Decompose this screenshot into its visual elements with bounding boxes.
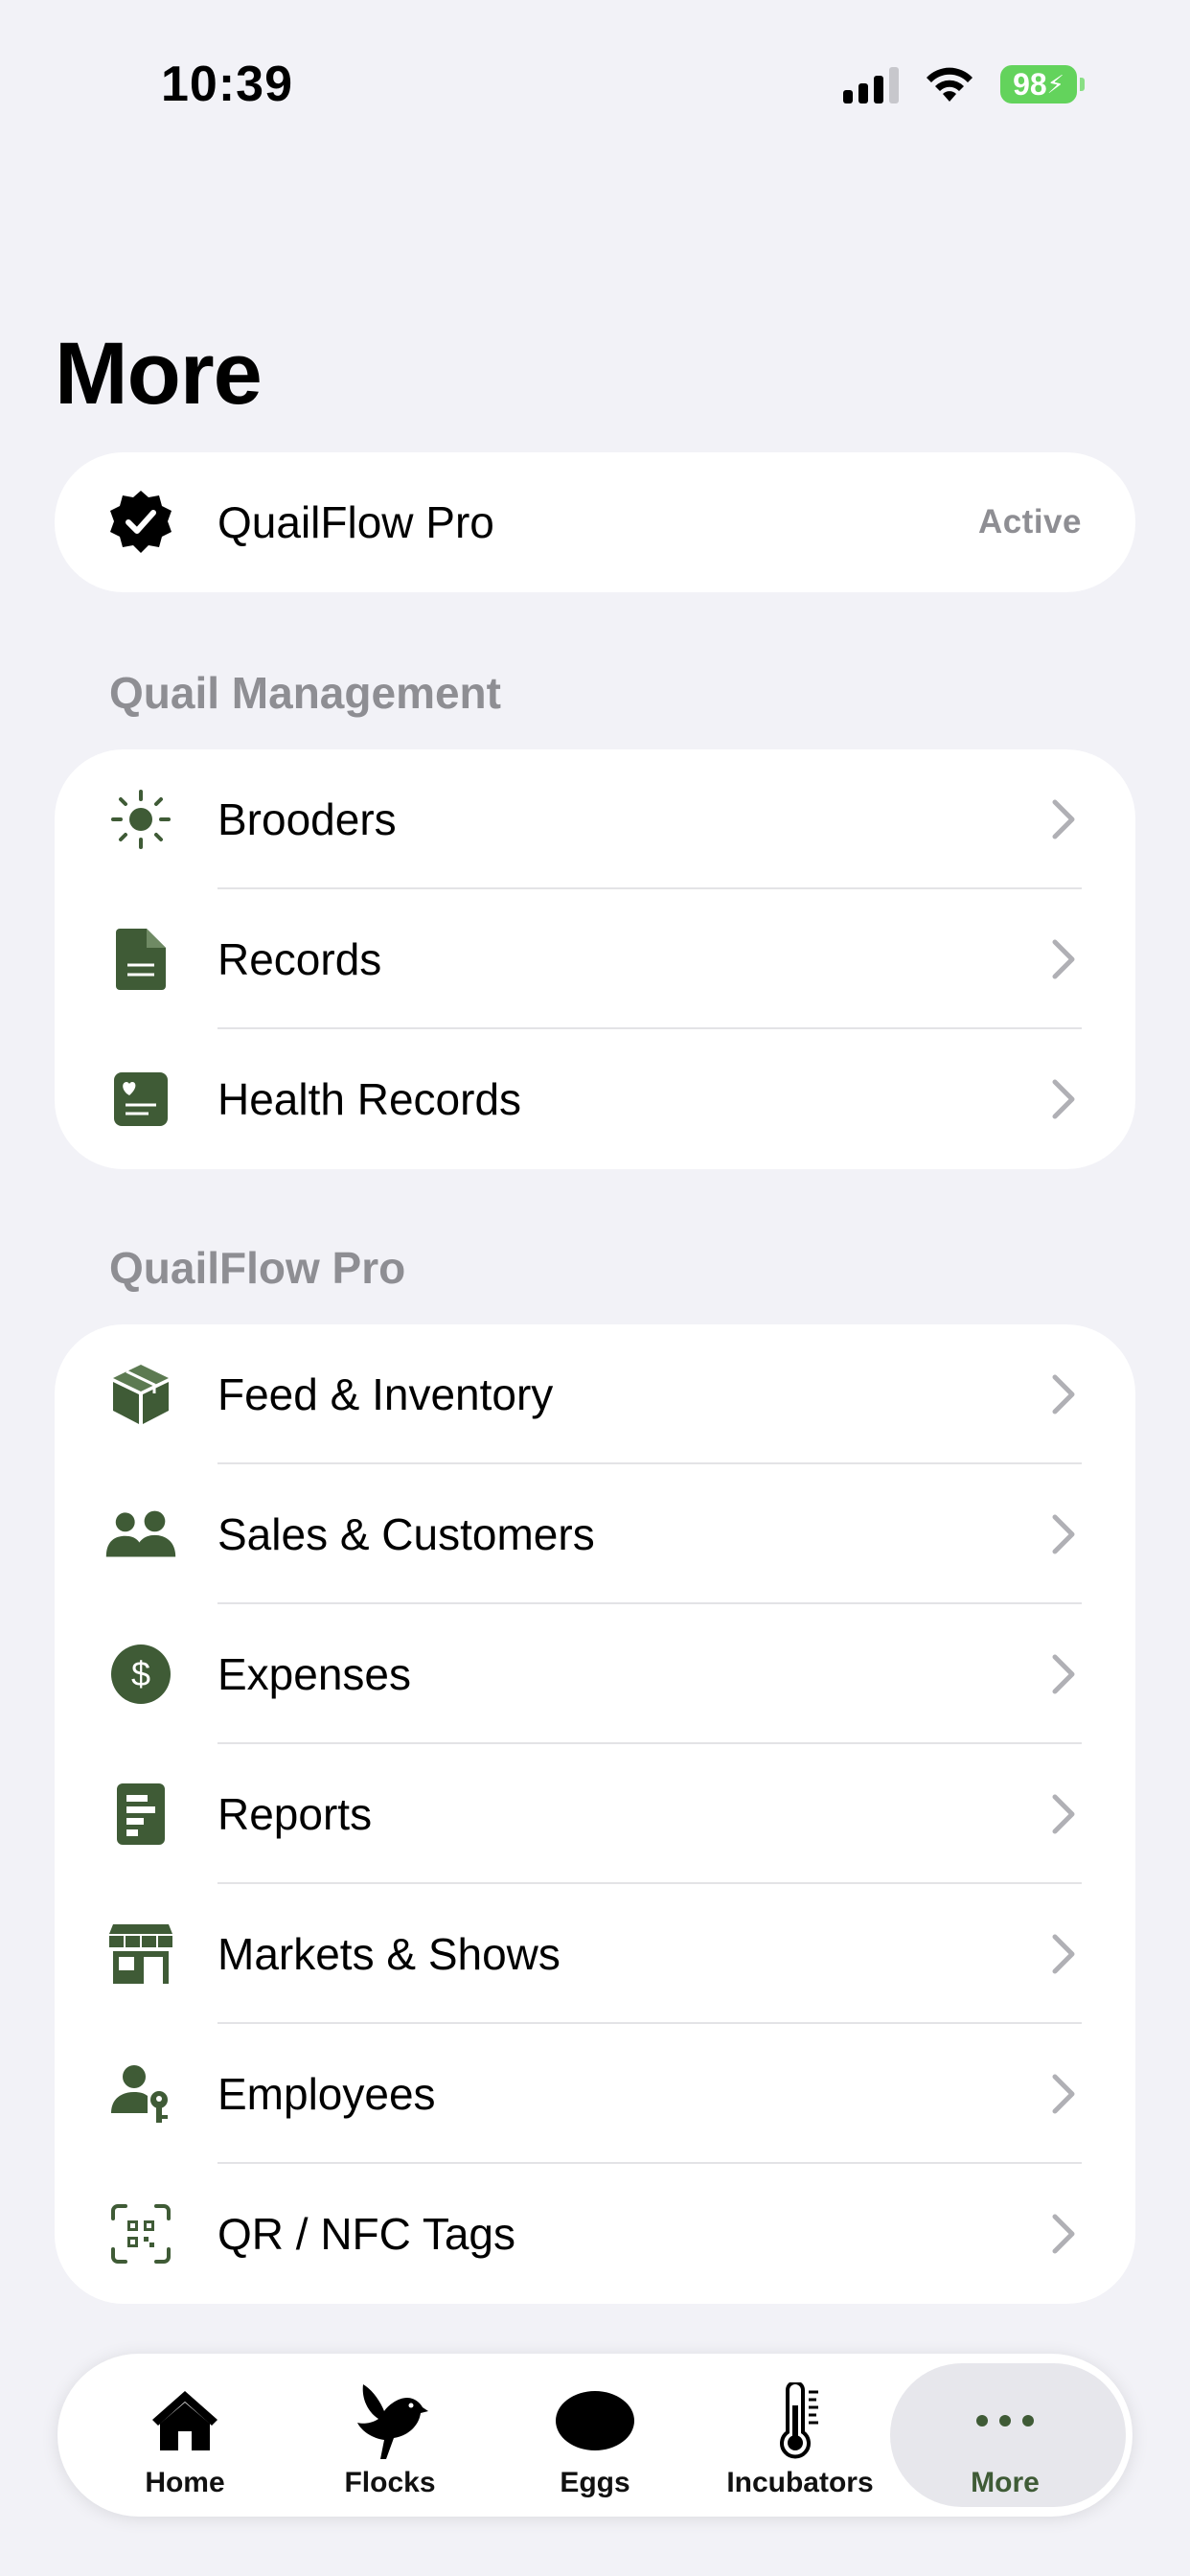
tab-eggs[interactable]: Eggs: [494, 2354, 696, 2517]
people-icon: [104, 1498, 177, 1571]
quail-management-group: Brooders Records Health Records: [55, 749, 1135, 1169]
list-item-label: QR / NFC Tags: [217, 2209, 515, 2259]
sun-icon: [104, 783, 177, 856]
list-item-employees[interactable]: Employees: [55, 2024, 1135, 2164]
status-time: 10:39: [161, 57, 293, 112]
egg-icon: [554, 2380, 636, 2461]
tab-label: More: [971, 2467, 1040, 2498]
list-item-health-records[interactable]: Health Records: [55, 1029, 1135, 1169]
house-icon: [149, 2380, 221, 2461]
qr-code-icon: [104, 2197, 177, 2270]
chevron-right-icon: [1052, 1934, 1075, 1974]
list-item-records[interactable]: Records: [55, 889, 1135, 1029]
quailflow-pro-group: Feed & Inventory Sales & Customers $ Exp…: [55, 1324, 1135, 2304]
battery-icon: 98 ⚡: [1000, 65, 1085, 104]
ellipsis-icon: [974, 2380, 1036, 2461]
tab-bar: Home Flocks Eggs Incubators More: [57, 2354, 1133, 2517]
list-item-label: Employees: [217, 2069, 436, 2119]
thermometer-icon: [776, 2380, 824, 2461]
list-item-label: Expenses: [217, 1649, 412, 1699]
document-icon: [104, 923, 177, 996]
report-icon: [104, 1778, 177, 1851]
health-record-icon: [104, 1063, 177, 1136]
list-item-label: Health Records: [217, 1074, 522, 1124]
wifi-icon: [927, 67, 973, 102]
list-item-sales-customers[interactable]: Sales & Customers: [55, 1464, 1135, 1604]
list-item-label: Records: [217, 934, 382, 984]
list-item-label: Reports: [217, 1789, 373, 1839]
chevron-right-icon: [1052, 1374, 1075, 1414]
pro-card-label: QuailFlow Pro: [217, 497, 494, 547]
chevron-right-icon: [1052, 1079, 1075, 1119]
dollar-icon: $: [104, 1638, 177, 1711]
tab-incubators[interactable]: Incubators: [699, 2354, 901, 2517]
tab-flocks[interactable]: Flocks: [289, 2354, 491, 2517]
tab-label: Eggs: [560, 2467, 630, 2498]
list-item-brooders[interactable]: Brooders: [55, 749, 1135, 889]
chevron-right-icon: [1052, 1794, 1075, 1834]
section-header-quailflow-pro: QuailFlow Pro: [109, 1243, 406, 1293]
chevron-right-icon: [1052, 1654, 1075, 1694]
tab-label: Home: [145, 2467, 225, 2498]
list-item-expenses[interactable]: $ Expenses: [55, 1604, 1135, 1744]
tab-label: Incubators: [726, 2467, 874, 2498]
tab-more[interactable]: More: [890, 2354, 1126, 2517]
verified-badge-icon: [104, 486, 177, 559]
list-item-reports[interactable]: Reports: [55, 1744, 1135, 1884]
list-item-qr-nfc-tags[interactable]: QR / NFC Tags: [55, 2164, 1135, 2304]
person-key-icon: [104, 2058, 177, 2130]
box-icon: [104, 1358, 177, 1431]
page-title: More: [55, 325, 263, 423]
list-item-label: Brooders: [217, 794, 397, 844]
svg-text:$: $: [131, 1654, 150, 1693]
pro-status-card[interactable]: QuailFlow Pro Active: [55, 452, 1135, 592]
pro-status-value: Active: [977, 503, 1082, 540]
list-item-label: Sales & Customers: [217, 1509, 595, 1559]
section-header-quail-management: Quail Management: [109, 668, 501, 718]
battery-level: 98: [1013, 66, 1047, 102]
storefront-icon: [104, 1918, 177, 1990]
tab-home[interactable]: Home: [84, 2354, 286, 2517]
bird-icon: [352, 2380, 428, 2461]
list-item-label: Markets & Shows: [217, 1929, 561, 1979]
cellular-signal-icon: [843, 65, 899, 104]
chevron-right-icon: [1052, 939, 1075, 979]
tab-label: Flocks: [344, 2467, 436, 2498]
chevron-right-icon: [1052, 2074, 1075, 2114]
list-item-markets-shows[interactable]: Markets & Shows: [55, 1884, 1135, 2024]
chevron-right-icon: [1052, 1514, 1075, 1554]
list-item-feed-inventory[interactable]: Feed & Inventory: [55, 1324, 1135, 1464]
chevron-right-icon: [1052, 2214, 1075, 2254]
list-item-label: Feed & Inventory: [217, 1369, 554, 1419]
chevron-right-icon: [1052, 799, 1075, 840]
